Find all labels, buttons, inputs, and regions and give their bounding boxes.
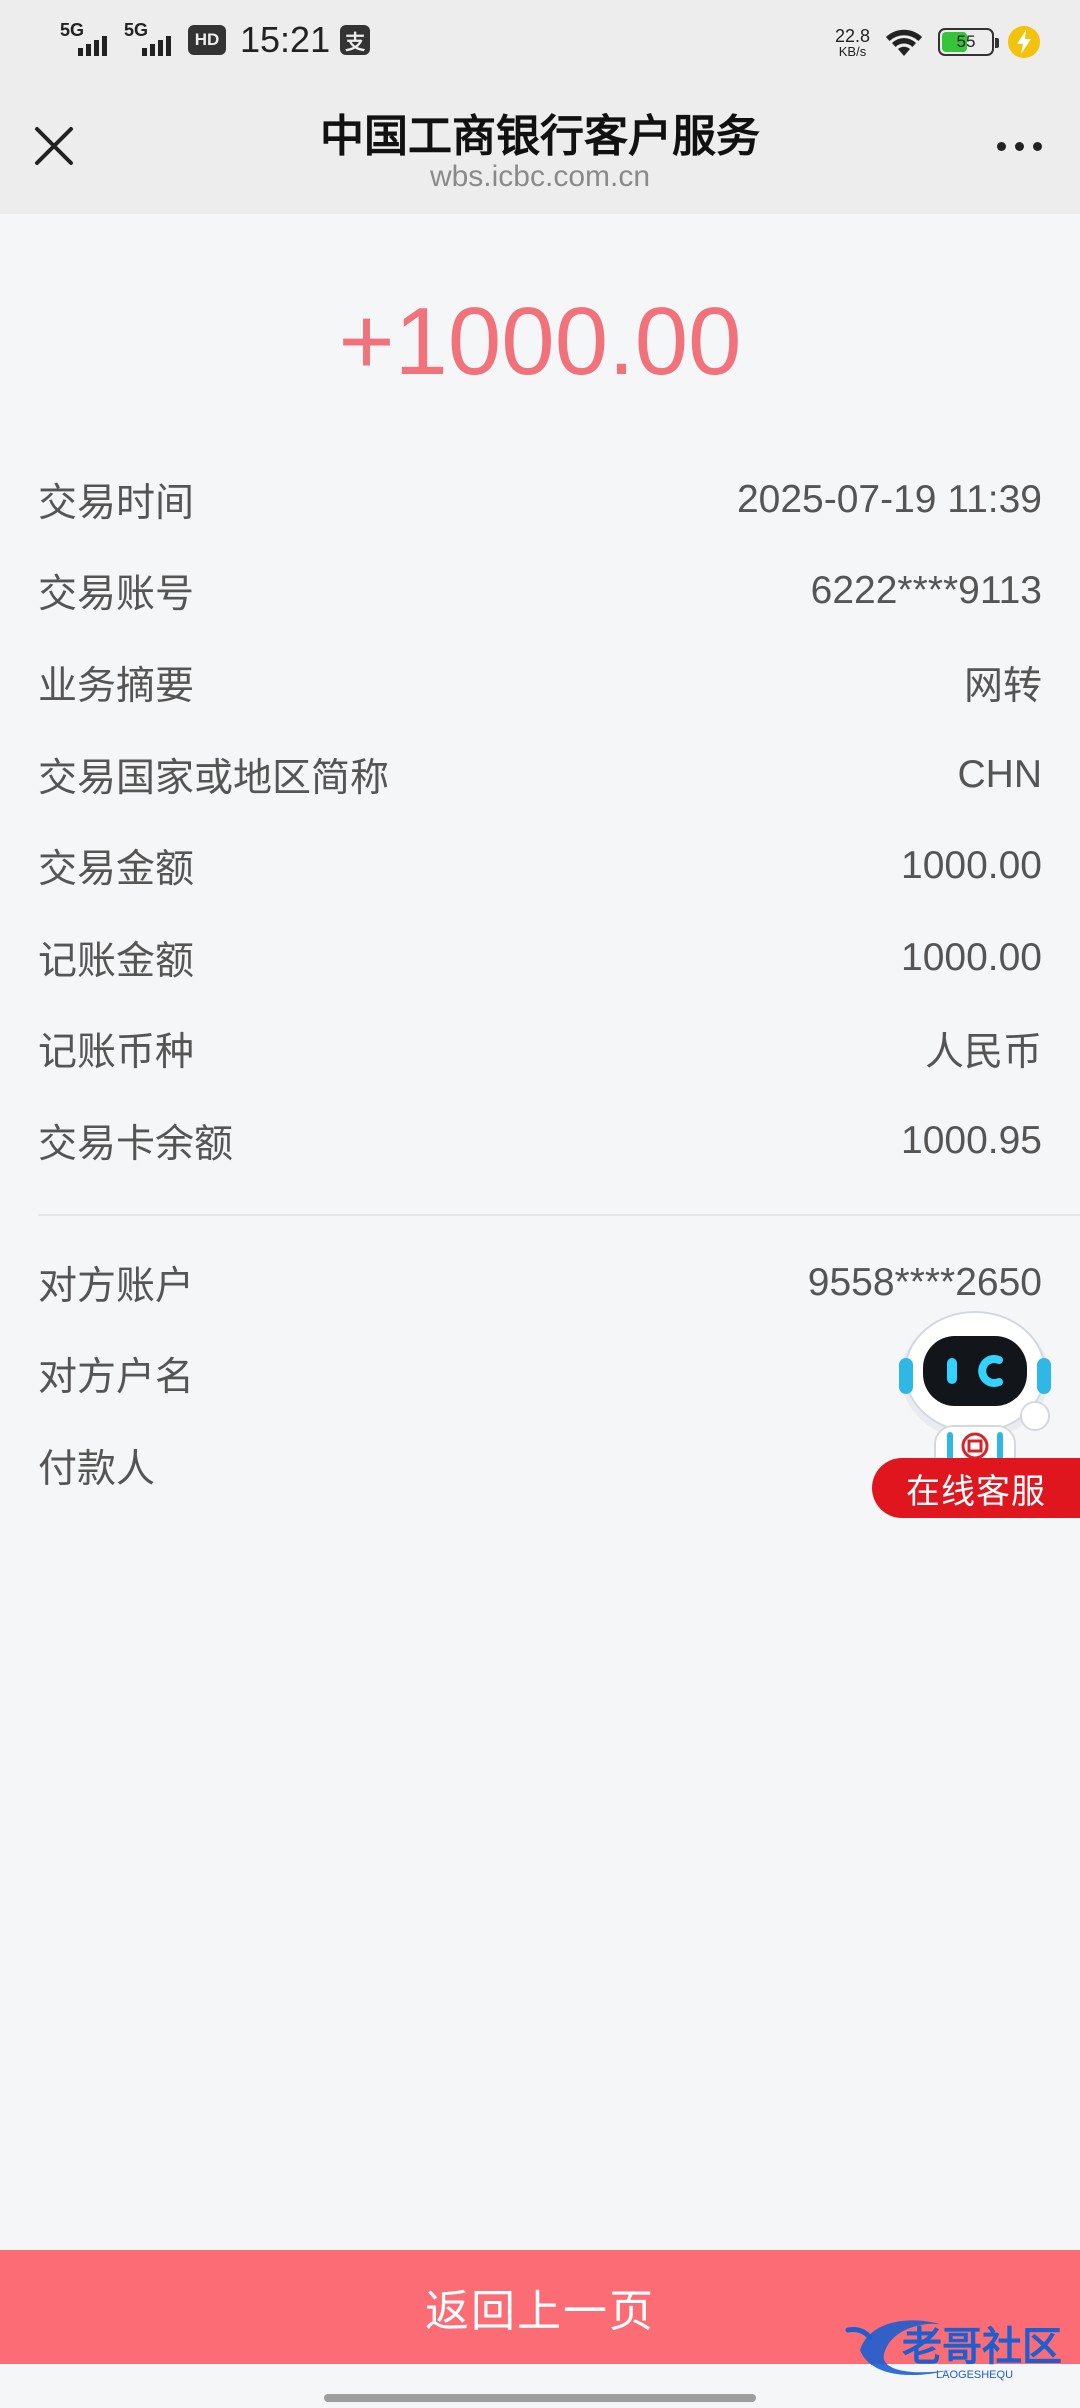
detail-row-currency: 记账币种 人民币 bbox=[38, 1004, 1042, 1096]
detail-label: 记账币种 bbox=[38, 1030, 195, 1076]
transaction-details: 交易时间 2025-07-19 11:39 交易账号 6222****9113 … bbox=[38, 454, 1042, 1187]
watermark-text: 老哥社区 bbox=[902, 2324, 1062, 2370]
detail-value: 1000.95 bbox=[901, 1118, 1042, 1162]
detail-value: CHN bbox=[957, 752, 1043, 796]
detail-value: 人民币 bbox=[924, 1031, 1042, 1075]
detail-label: 交易金额 bbox=[38, 847, 195, 893]
net-speed-value: 22.8 bbox=[834, 25, 870, 46]
detail-label: 交易卡余额 bbox=[38, 1121, 234, 1167]
detail-value: 6222****9113 bbox=[810, 569, 1042, 613]
detail-label: 付款人 bbox=[38, 1446, 156, 1492]
service-robot-icon[interactable] bbox=[895, 1306, 1055, 1477]
detail-row-counter-name: 对方户名 bbox=[38, 1329, 1042, 1421]
detail-value: 1000.00 bbox=[901, 935, 1042, 979]
charging-icon bbox=[1008, 26, 1040, 58]
detail-label: 交易国家或地区简称 bbox=[38, 755, 390, 801]
wifi-icon bbox=[886, 29, 922, 56]
watermark-logo: 老哥社区 LAOGESHEQU bbox=[845, 2320, 1062, 2381]
section-divider bbox=[38, 1214, 1080, 1216]
detail-row-country: 交易国家或地区简称 CHN bbox=[38, 729, 1042, 821]
battery-icon: 55 bbox=[938, 28, 999, 56]
home-indicator[interactable] bbox=[324, 2394, 756, 2402]
more-dots-icon bbox=[996, 141, 1006, 151]
status-bar: 5G 5G HD 15:21 支 22.8 KB/s 55 bbox=[0, 0, 1080, 80]
nav-bar: 中国工商银行客户服务 wbs.icbc.com.cn bbox=[0, 80, 1080, 214]
page-title: 中国工商银行客户服务 bbox=[320, 111, 760, 162]
signal-1-icon: 5G bbox=[60, 20, 114, 60]
signal-2-icon: 5G bbox=[124, 20, 178, 60]
detail-row-counter-account: 对方账户 9558****2650 bbox=[38, 1237, 1042, 1329]
detail-row-booked-amount: 记账金额 1000.00 bbox=[38, 912, 1042, 1004]
detail-row-account: 交易账号 6222****9113 bbox=[38, 546, 1042, 638]
detail-label: 记账金额 bbox=[38, 938, 195, 984]
more-dot bbox=[1014, 141, 1024, 151]
page-url: wbs.icbc.com.cn bbox=[429, 160, 651, 193]
detail-row-summary: 业务摘要 网转 bbox=[38, 637, 1042, 729]
battery-level: 55 bbox=[956, 32, 976, 51]
detail-label: 交易时间 bbox=[38, 480, 195, 526]
detail-row-time: 交易时间 2025-07-19 11:39 bbox=[38, 454, 1042, 546]
detail-value: 9558****2650 bbox=[807, 1260, 1042, 1304]
more-dot bbox=[1032, 141, 1042, 151]
detail-row-balance: 交易卡余额 1000.95 bbox=[38, 1095, 1042, 1187]
detail-label: 业务摘要 bbox=[38, 663, 195, 709]
net-speed: 22.8 KB/s bbox=[835, 27, 870, 58]
status-left: 5G 5G HD 15:21 支 bbox=[60, 18, 371, 62]
detail-value: 网转 bbox=[963, 664, 1042, 708]
status-time: 15:21 bbox=[240, 19, 331, 60]
detail-row-amount: 交易金额 1000.00 bbox=[38, 820, 1042, 912]
transaction-amount: +1000.00 bbox=[338, 288, 742, 395]
detail-value: 2025-07-19 11:39 bbox=[736, 477, 1042, 521]
detail-label: 对方账户 bbox=[38, 1263, 195, 1309]
hd-voice-icon: HD bbox=[188, 25, 226, 55]
alipay-icon: 支 bbox=[340, 25, 371, 55]
online-service-button[interactable]: 在线客服 bbox=[872, 1458, 1080, 1518]
detail-label: 交易账号 bbox=[38, 572, 195, 618]
watermark-subtext: LAOGESHEQU bbox=[936, 2369, 1013, 2381]
detail-label: 对方户名 bbox=[38, 1355, 195, 1401]
detail-value: 1000.00 bbox=[901, 844, 1042, 888]
net-speed-unit: KB/s bbox=[838, 43, 867, 59]
more-button[interactable] bbox=[984, 116, 1054, 176]
status-right: 22.8 KB/s 55 bbox=[835, 20, 1040, 64]
